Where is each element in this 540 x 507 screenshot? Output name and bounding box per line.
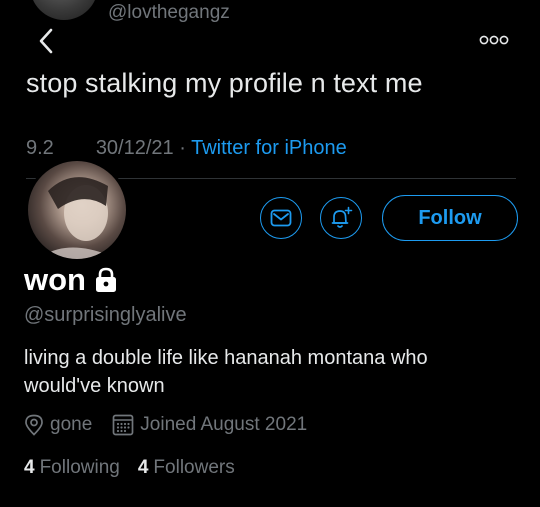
followers-label: Followers (153, 457, 235, 478)
tweet-author-handle[interactable]: @lovthegangz (108, 2, 230, 24)
more-icon (479, 35, 509, 45)
profile-avatar[interactable] (25, 158, 129, 262)
tweet-source[interactable]: Twitter for iPhone (191, 137, 347, 159)
notifications-button[interactable] (320, 197, 362, 239)
tweet-author-avatar[interactable] (30, 0, 98, 20)
joined-date: Joined August 2021 (112, 414, 307, 436)
bell-plus-icon (331, 206, 353, 228)
followers-count: 4 (137, 457, 149, 478)
tweet-meta: 9.2 30/12/21 · Twitter for iPhone (26, 137, 347, 160)
back-button[interactable] (32, 26, 60, 56)
tweet-text: stop stalking my profile n text me (26, 68, 423, 98)
joined-text: Joined August 2021 (140, 414, 308, 435)
following-count: 4 (24, 457, 35, 478)
mail-icon (270, 209, 292, 227)
tweet-meta-separator: · (173, 137, 192, 159)
location: gone (24, 414, 92, 436)
follow-button[interactable]: Follow (382, 195, 518, 241)
display-name-text: won (24, 262, 86, 297)
back-arrow-icon (39, 28, 53, 54)
location-pin-icon (25, 414, 43, 436)
profile-bio: living a double life like hananah montan… (24, 347, 428, 397)
followers-link[interactable]: 4 Followers (138, 457, 235, 479)
location-text: gone (50, 414, 93, 435)
avatar-photo (38, 177, 118, 259)
following-label: Following (39, 457, 120, 478)
calendar-icon (112, 414, 134, 436)
tweet-time: 9.2 (26, 137, 54, 159)
lock-icon (96, 267, 116, 292)
follow-stats: 4 Following 4 Followers (24, 457, 235, 479)
display-name: won (24, 262, 118, 298)
following-link[interactable]: 4 Following (24, 457, 120, 479)
more-button[interactable] (476, 30, 512, 50)
profile-handle: @surprisinglyalive (24, 304, 187, 326)
profile-meta: gone Joined August 2021 (24, 414, 327, 436)
tweet-date: 30/12/21 (95, 137, 174, 159)
message-button[interactable] (260, 197, 302, 239)
